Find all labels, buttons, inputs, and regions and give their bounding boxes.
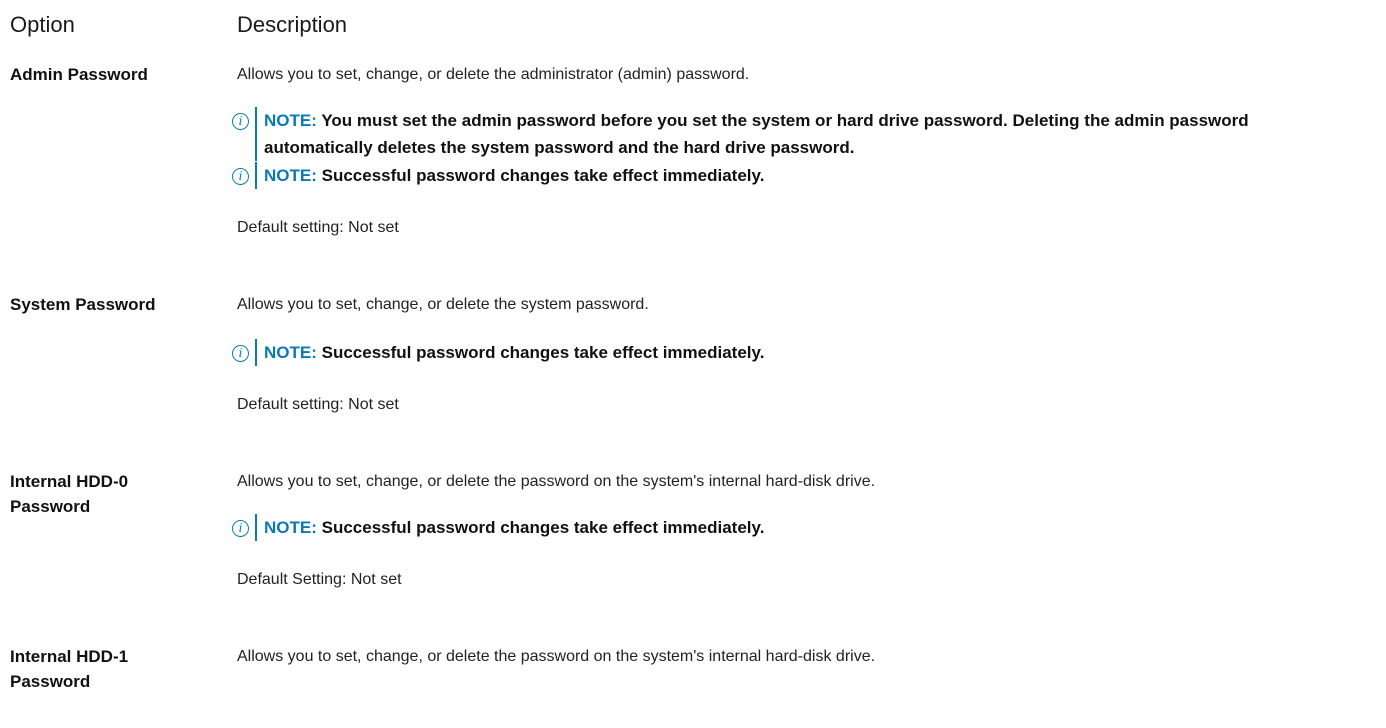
note-label: NOTE: [264,166,317,185]
note-label: NOTE: [264,111,317,130]
header-option: Option [10,12,75,37]
option-description: Allows you to set, change, or delete the… [237,62,1386,87]
option-label: Internal HDD-0 Password [10,472,129,516]
default-setting-internal-hdd-0-password: Default Setting: Not set [237,571,402,588]
option-description: Allows you to set, change, or delete the… [237,292,1386,317]
note-body: You must set the admin password before y… [264,111,1249,157]
note-text: NOTE: Successful password changes take e… [255,162,1356,189]
note-label: NOTE: [264,518,317,537]
info-icon: i [232,113,249,130]
note-text: NOTE: Successful password changes take e… [255,339,1356,366]
option-description: Allows you to set, change, or delete the… [237,469,1386,494]
info-icon: i [232,345,249,362]
info-icon: i [232,520,249,537]
option-description: Allows you to set, change, or delete the… [237,644,1386,669]
note-text: NOTE: You must set the admin password be… [255,107,1356,161]
description-text: Allows you to set, change, or delete the… [237,648,876,665]
description-text: Allows you to set, change, or delete the… [237,296,649,313]
note-body: Successful password changes take effect … [321,343,765,362]
note-label: NOTE: [264,343,317,362]
table-header: Option Description [10,12,1386,42]
info-icon: i [232,168,249,185]
note-body: Successful password changes take effect … [321,166,765,185]
table-row-internal-hdd-1-password: Internal HDD-1 Password Allows you to se… [10,644,1386,704]
option-label: System Password [10,295,156,314]
option-label: Admin Password [10,65,148,84]
note-text: NOTE: Successful password changes take e… [255,514,1356,541]
header-description: Description [237,12,348,37]
note-body: Successful password changes take effect … [321,518,765,537]
description-text: Allows you to set, change, or delete the… [237,473,876,490]
default-setting-admin-password: Default setting: Not set [237,219,399,236]
option-label: Internal HDD-1 Password [10,647,129,691]
default-setting-system-password: Default setting: Not set [237,396,399,413]
description-text: Allows you to set, change, or delete the… [237,66,750,83]
settings-table: Option Description Admin Password Allows… [0,0,1386,728]
